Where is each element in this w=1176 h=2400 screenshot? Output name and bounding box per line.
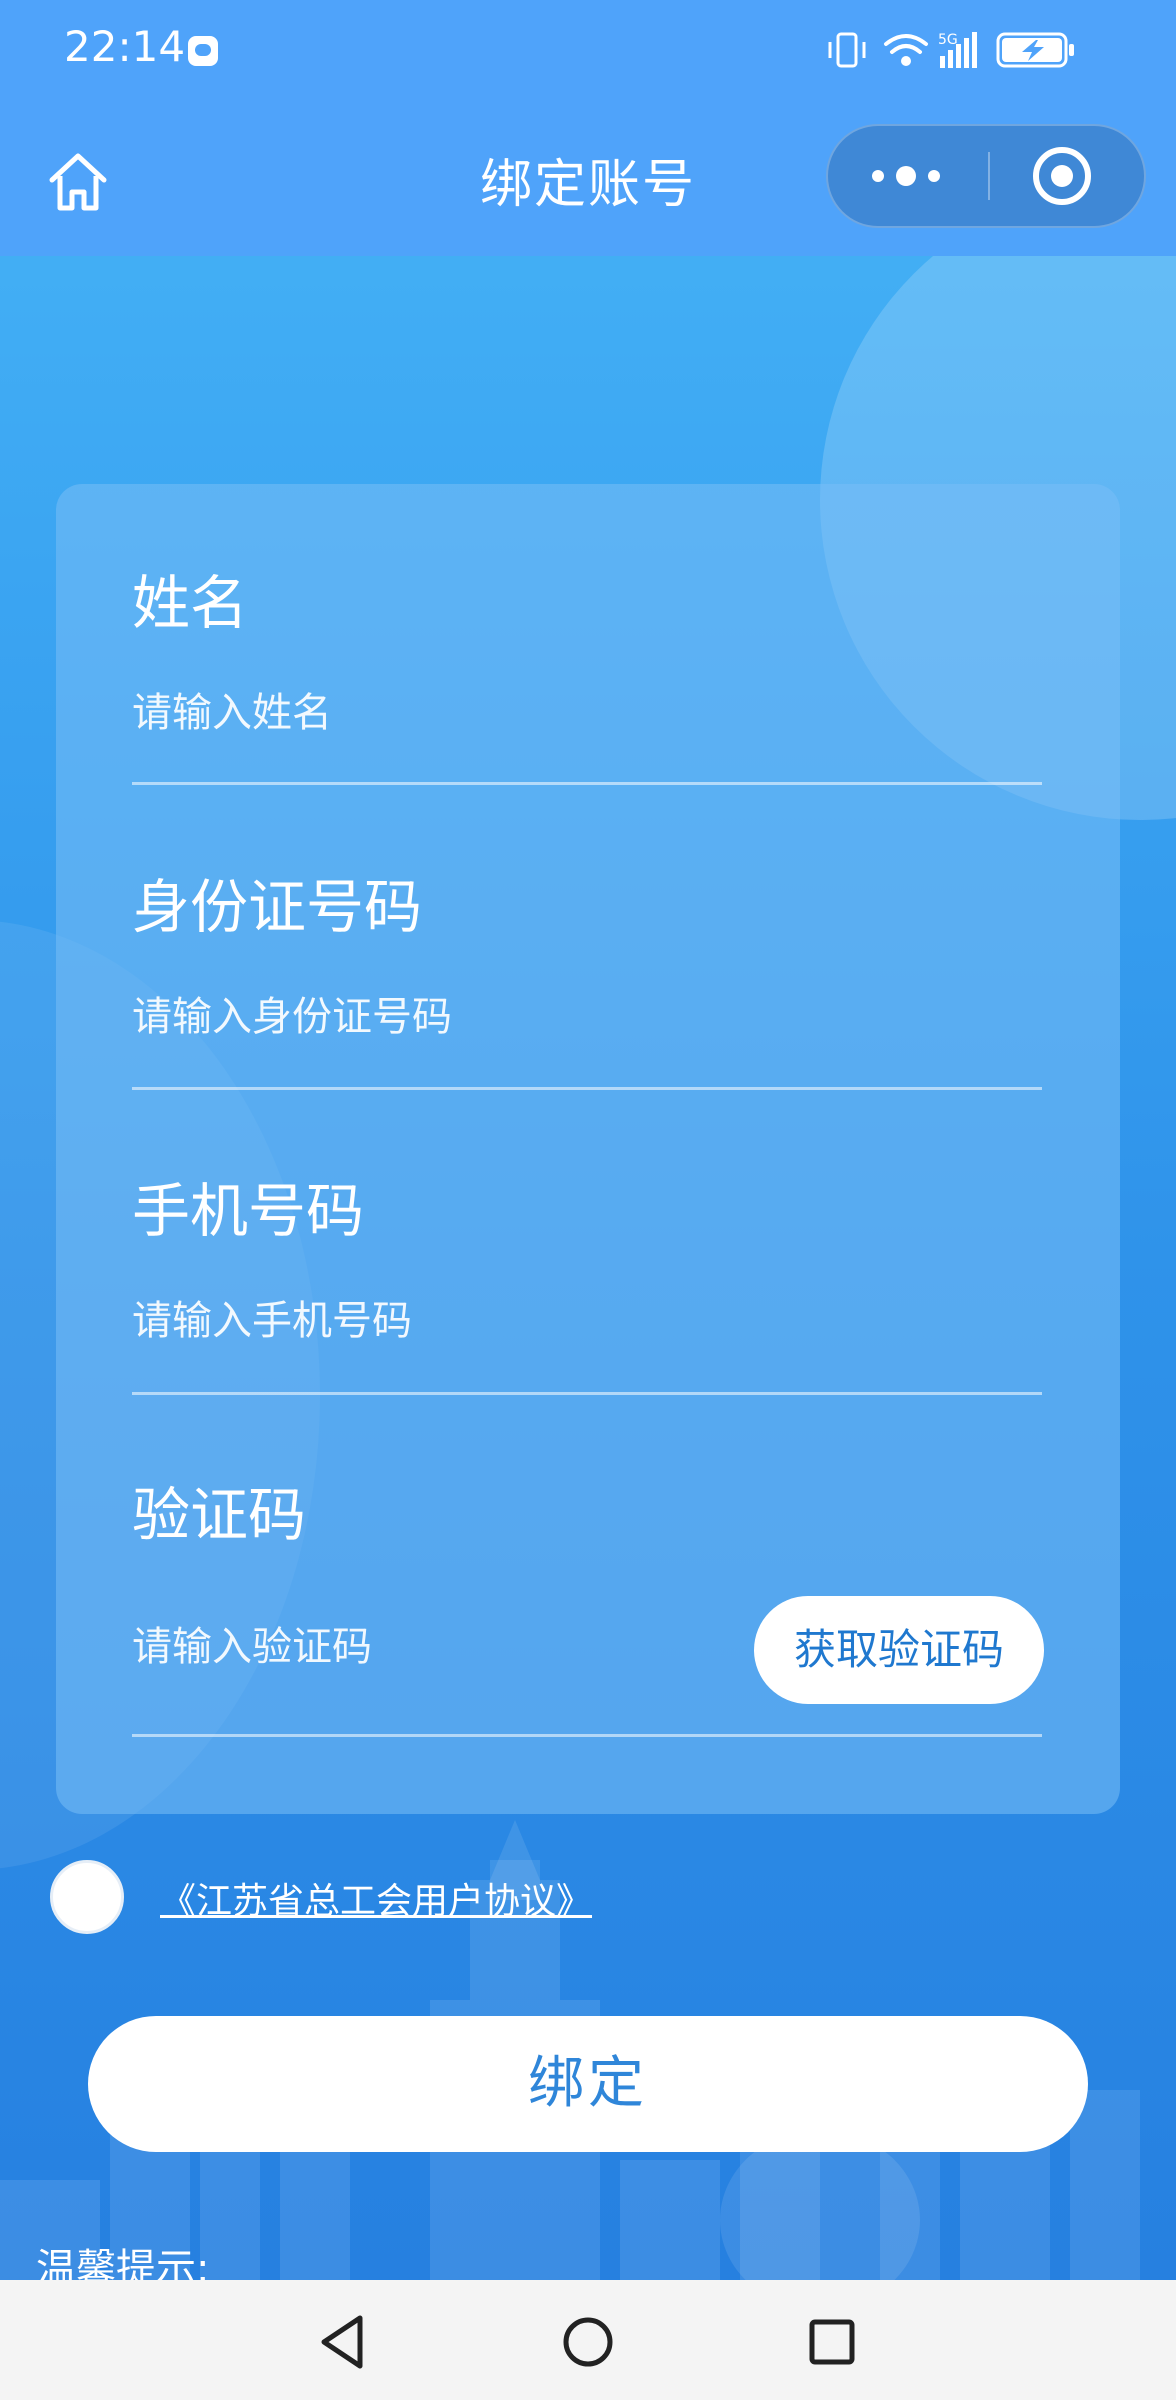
status-icons: 5G xyxy=(828,32,1074,68)
recents-icon[interactable] xyxy=(792,2302,872,2382)
target-icon[interactable] xyxy=(990,126,1146,226)
network-type: 5G xyxy=(938,32,958,48)
back-icon[interactable] xyxy=(302,2302,382,2382)
wifi-icon xyxy=(884,34,928,66)
field-divider xyxy=(132,782,1042,785)
agreement-link[interactable]: 《江苏省总工会用户协议》 xyxy=(160,1872,592,1924)
battery-charging-icon xyxy=(996,32,1074,68)
verification-code-input[interactable]: 请输入验证码 xyxy=(132,1612,692,1682)
id-number-label: 身份证号码 xyxy=(132,873,423,941)
status-bar: 22:14 5G xyxy=(0,0,1176,100)
vibrate-icon xyxy=(828,32,866,68)
system-navigation-bar xyxy=(0,2280,1176,2400)
verification-code-label: 验证码 xyxy=(132,1481,307,1549)
id-number-input[interactable]: 请输入身份证号码 xyxy=(132,982,1042,1052)
mini-program-capsule xyxy=(826,124,1146,228)
agreement-checkbox[interactable] xyxy=(50,1860,124,1934)
home-circle-icon[interactable] xyxy=(548,2302,628,2382)
status-time: 22:14 xyxy=(64,22,186,71)
field-divider xyxy=(132,1392,1042,1395)
navigation-bar: 绑定账号 xyxy=(0,100,1176,256)
more-icon[interactable] xyxy=(828,126,988,226)
phone-label: 手机号码 xyxy=(132,1177,365,1245)
bind-form-card: 姓名 请输入姓名 身份证号码 请输入身份证号码 手机号码 请输入手机号码 验证码… xyxy=(56,484,1120,1814)
bind-button[interactable]: 绑定 xyxy=(88,2016,1088,2152)
get-code-button[interactable]: 获取验证码 xyxy=(754,1596,1044,1704)
phone-input[interactable]: 请输入手机号码 xyxy=(132,1286,1042,1356)
message-icon xyxy=(188,36,218,66)
name-input[interactable]: 请输入姓名 xyxy=(132,678,1042,748)
name-label: 姓名 xyxy=(132,569,249,637)
field-divider xyxy=(132,1734,1042,1737)
field-divider xyxy=(132,1087,1042,1090)
